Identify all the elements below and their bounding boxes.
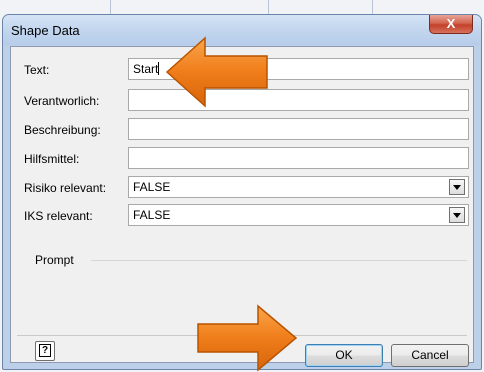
hilfsmittel-field[interactable]	[128, 147, 469, 169]
select-value: FALSE	[133, 180, 171, 194]
help-icon: ?	[39, 344, 51, 357]
field-label: Beschreibung:	[24, 123, 101, 137]
iks-relevant-select[interactable]: FALSE	[128, 204, 469, 226]
cancel-button[interactable]: Cancel	[391, 344, 469, 367]
close-icon: X	[446, 16, 456, 31]
field-label: Hilfsmittel:	[24, 152, 80, 166]
field-row-risiko-relevant: Risiko relevant: FALSE	[11, 176, 473, 200]
risiko-relevant-select[interactable]: FALSE	[128, 176, 469, 198]
select-value: FALSE	[133, 208, 171, 222]
prompt-divider	[91, 260, 467, 261]
prompt-label: Prompt	[35, 253, 74, 267]
dropdown-arrow-icon[interactable]	[449, 179, 465, 195]
dropdown-arrow-icon[interactable]	[449, 207, 465, 223]
field-label: Risiko relevant:	[24, 181, 107, 195]
help-button[interactable]: ?	[35, 341, 55, 361]
field-label: IKS relevant:	[24, 209, 93, 223]
field-row-hilfsmittel: Hilfsmittel:	[11, 147, 473, 171]
field-row-iks-relevant: IKS relevant: FALSE	[11, 204, 473, 228]
annotation-arrow-left	[165, 36, 268, 108]
field-value: Start	[133, 62, 159, 76]
ok-button[interactable]: OK	[305, 344, 383, 367]
background-gridline	[372, 0, 373, 14]
background-gridline	[268, 0, 269, 14]
field-row-beschreibung: Beschreibung:	[11, 118, 473, 142]
field-label: Text:	[24, 63, 50, 77]
beschreibung-field[interactable]	[128, 118, 469, 140]
field-label: Verantworlich:	[24, 94, 100, 108]
dialog-title: Shape Data	[11, 23, 80, 38]
close-button[interactable]: X	[429, 15, 473, 34]
text-cursor	[158, 62, 160, 75]
background-gridline	[110, 0, 111, 14]
annotation-arrow-right	[197, 304, 298, 372]
